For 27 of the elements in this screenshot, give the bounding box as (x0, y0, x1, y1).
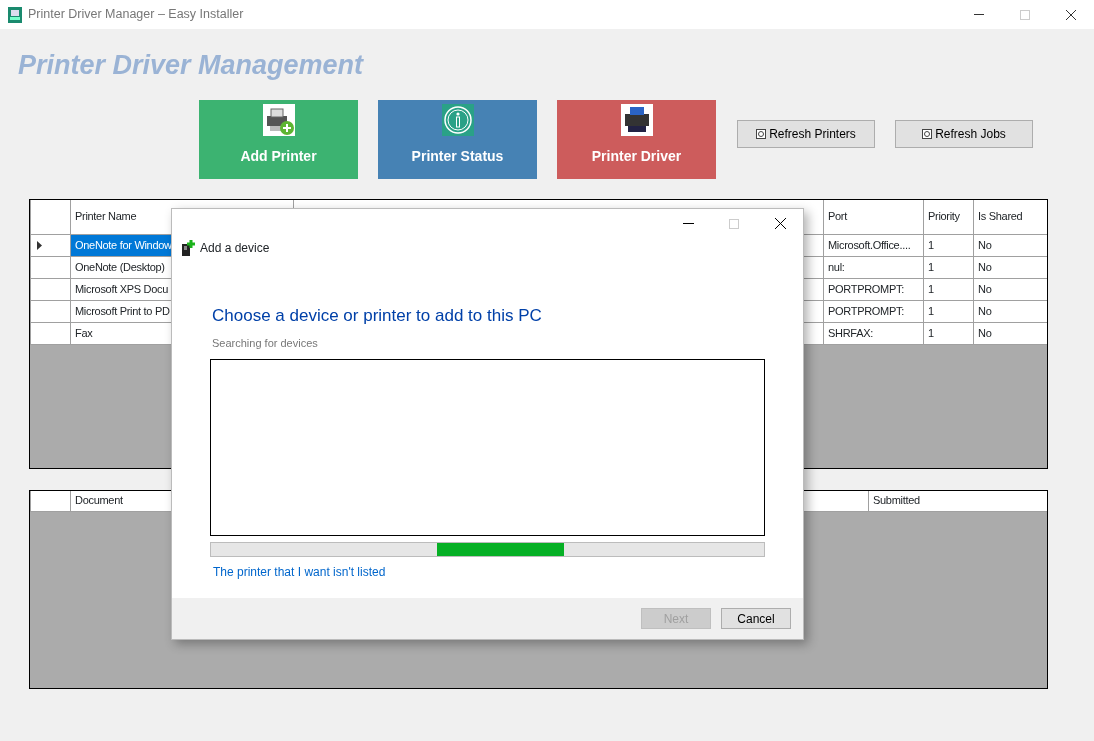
column-header[interactable]: Submitted (868, 491, 1047, 511)
printer-icon (620, 104, 653, 136)
window-title: Printer Driver Manager – Easy Installer (28, 6, 244, 24)
dialog-button[interactable]: Cancel (721, 608, 791, 629)
action-tile[interactable]: Printer Driver (557, 100, 716, 179)
app-icon (8, 6, 22, 23)
column-header[interactable]: Port (823, 200, 924, 234)
refresh-icon (922, 129, 933, 139)
close-icon (774, 218, 786, 229)
column-header[interactable]: Priority (923, 200, 974, 234)
help-link[interactable]: The printer that I want isn't listed (213, 563, 386, 581)
maximize-icon (729, 218, 739, 229)
printer-add-icon (262, 104, 295, 136)
minimize-icon (974, 14, 984, 15)
column-header[interactable]: Is Shared (973, 200, 1047, 234)
refresh-button[interactable]: Refresh Printers (737, 120, 875, 148)
close-icon (1066, 9, 1076, 20)
app-heading: Printer Driver Management (18, 49, 365, 82)
minimize-icon (682, 223, 694, 224)
action-tile[interactable]: Printer Status (378, 100, 537, 179)
maximize-icon (1020, 9, 1030, 20)
device-add-icon (181, 240, 195, 256)
info-icon (441, 104, 474, 136)
refresh-icon (756, 129, 767, 139)
device-list[interactable] (210, 359, 765, 536)
dialog-header: Add a device (200, 240, 270, 257)
refresh-button[interactable]: Refresh Jobs (895, 120, 1033, 148)
